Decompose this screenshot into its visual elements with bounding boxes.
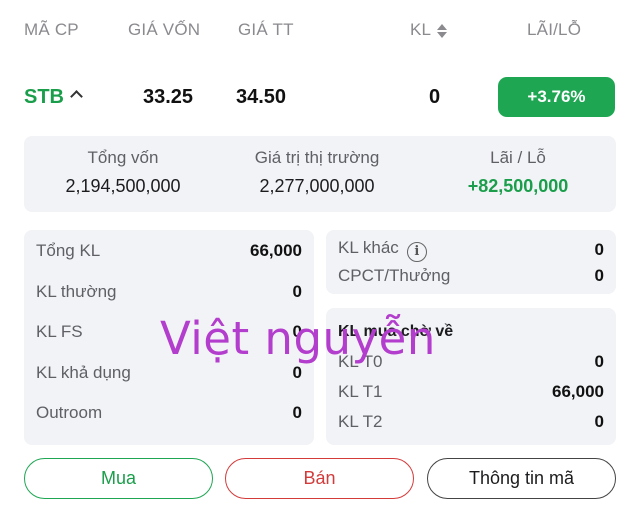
- ticker-toggle[interactable]: STB: [24, 86, 83, 109]
- other-qty-label-wrap: KL khác i: [338, 238, 427, 262]
- sort-icon: [437, 23, 448, 38]
- normal-qty-row: KL thường 0: [36, 280, 302, 304]
- total-qty-value: 66,000: [250, 241, 302, 260]
- normal-qty-label: KL thường: [36, 282, 117, 301]
- summary-capital: Tổng vốn 2,194,500,000: [38, 148, 208, 197]
- t1-value: 66,000: [552, 382, 604, 401]
- buy-button[interactable]: Mua: [24, 458, 213, 499]
- info-icon[interactable]: i: [406, 242, 427, 262]
- header-cost-price: GIÁ VỐN: [128, 20, 201, 39]
- dividend-row: CPCT/Thưởng 0: [338, 264, 604, 288]
- t2-value: 0: [594, 412, 604, 431]
- available-qty-label: KL khả dụng: [36, 363, 131, 382]
- sell-button[interactable]: Bán: [225, 458, 414, 499]
- dividend-value: 0: [594, 266, 604, 285]
- outroom-row: Outroom 0: [36, 401, 302, 425]
- capital-value: 2,194,500,000: [65, 176, 181, 196]
- profit-loss-badge[interactable]: +3.76%: [498, 77, 615, 117]
- other-qty-card: KL khác i 0 CPCT/Thưởng 0: [326, 230, 616, 294]
- outroom-label: Outroom: [36, 403, 103, 422]
- t2-label: KL T2: [338, 412, 383, 431]
- profit-loss-label: Lãi / Lỗ: [490, 148, 546, 167]
- t1-row: KL T1 66,000: [338, 380, 604, 404]
- watermark-text: Việt nguyễn: [160, 312, 436, 365]
- chevron-up-icon: [70, 90, 83, 103]
- t2-row: KL T2 0: [338, 410, 604, 434]
- t1-label: KL T1: [338, 382, 383, 401]
- normal-qty-value: 0: [292, 282, 302, 301]
- total-qty-label: Tổng KL: [36, 241, 101, 260]
- header-code: MÃ CP: [24, 20, 79, 39]
- available-qty-value: 0: [292, 363, 302, 382]
- market-value: 2,277,000,000: [259, 176, 375, 196]
- other-qty-row: KL khác i 0: [338, 238, 604, 262]
- summary-card: Tổng vốn 2,194,500,000 Giá trị thị trườn…: [24, 136, 616, 212]
- qty-value: 0: [429, 86, 441, 108]
- profit-loss-value: +82,500,000: [467, 176, 569, 196]
- cost-price-value: 33.25: [143, 86, 194, 108]
- capital-label: Tổng vốn: [87, 148, 159, 167]
- header-profit-loss: LÃI/LỖ: [527, 20, 582, 39]
- other-qty-label: KL khác: [338, 238, 399, 257]
- market-value-label: Giá trị thị trường: [254, 148, 380, 167]
- total-qty-row: Tổng KL 66,000: [36, 239, 302, 263]
- header-qty: KL: [410, 20, 432, 39]
- header-market-price: GIÁ TT: [238, 20, 294, 39]
- summary-profit-loss: Lãi / Lỗ +82,500,000: [438, 148, 598, 197]
- summary-market-value: Giá trị thị trường 2,277,000,000: [230, 148, 404, 197]
- market-price-value: 34.50: [236, 86, 287, 108]
- t0-value: 0: [594, 352, 604, 371]
- stock-info-button[interactable]: Thông tin mã: [427, 458, 616, 499]
- fs-qty-label: KL FS: [36, 322, 83, 341]
- dividend-label: CPCT/Thưởng: [338, 266, 451, 285]
- ticker-code: STB: [24, 86, 64, 108]
- other-qty-value: 0: [594, 240, 604, 259]
- outroom-value: 0: [292, 403, 302, 422]
- header-qty-sort[interactable]: KL: [410, 20, 448, 40]
